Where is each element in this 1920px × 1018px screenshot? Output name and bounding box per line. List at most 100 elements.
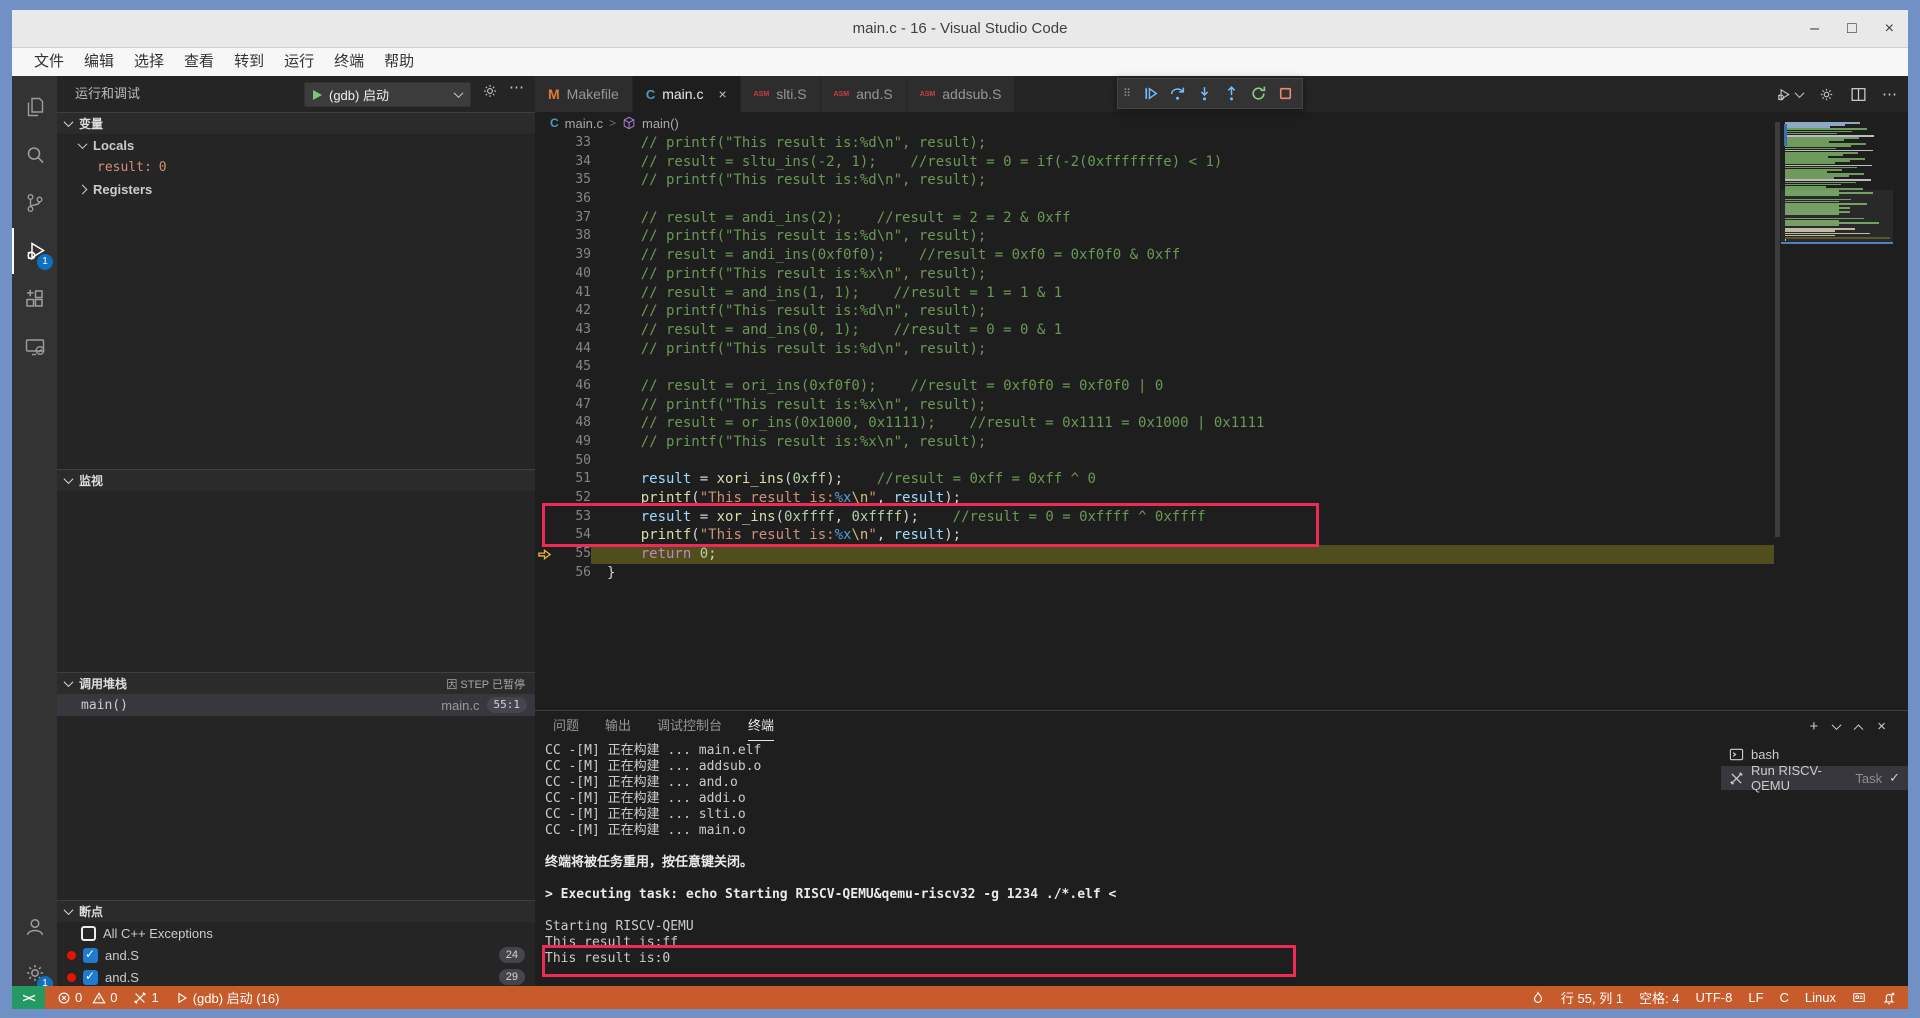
sidebar-title: 运行和调试 — [75, 76, 140, 112]
tab-addsub.S[interactable]: ASMaddsub.S — [907, 76, 1016, 112]
close-icon[interactable]: × — [1885, 20, 1894, 38]
terminal-line: Starting RISCV-QEMU — [545, 919, 1116, 935]
breadcrumb-symbol[interactable]: main() — [642, 116, 679, 131]
indentation[interactable]: 空格: 4 — [1639, 988, 1679, 1007]
symbol-method-icon — [622, 116, 636, 130]
line-number: 34 — [535, 153, 591, 172]
bottom-panel: 问题输出调试控制台终端 + × CC -[M] 正在构建 ... main.el… — [535, 710, 1908, 986]
panel-tab-问题[interactable]: 问题 — [553, 711, 579, 741]
minimap-ruler-line — [1781, 242, 1893, 244]
breadcrumb-file[interactable]: main.c — [565, 116, 603, 131]
search-icon[interactable] — [12, 132, 57, 178]
remote-indicator[interactable]: >< — [12, 986, 45, 1009]
split-editor-icon[interactable] — [1850, 86, 1867, 103]
line-text: // printf("This result is:%d\n", result)… — [607, 227, 986, 246]
terminal-dropdown-icon[interactable] — [1832, 720, 1842, 730]
error-icon — [57, 991, 71, 1005]
more-actions-icon[interactable]: ⋯ — [1882, 85, 1898, 103]
section-breakpoints[interactable]: 断点 — [57, 900, 535, 922]
tab-main.c[interactable]: Cmain.c× — [633, 76, 741, 112]
account-icon[interactable] — [12, 904, 57, 950]
encoding[interactable]: UTF-8 — [1696, 990, 1733, 1005]
stop-button[interactable] — [1273, 82, 1297, 106]
start-debug-icon[interactable] — [313, 90, 322, 100]
launch-config-dropdown[interactable]: (gdb) 启动 — [304, 82, 471, 107]
menu-item-查看[interactable]: 查看 — [174, 48, 224, 76]
panel-actions: + × — [1809, 711, 1886, 741]
terminal-line: CC -[M] 正在构建 ... and.o — [545, 775, 1116, 791]
step-out-button[interactable] — [1219, 82, 1243, 106]
section-watch[interactable]: 监视 — [57, 469, 535, 491]
feedback-icon[interactable] — [1852, 991, 1866, 1005]
problems-status[interactable]: 0 0 — [57, 990, 117, 1005]
debug-settings-gear-icon[interactable] — [481, 82, 499, 100]
continue-button[interactable] — [1138, 82, 1162, 106]
running-tasks-status[interactable]: 1 — [133, 990, 158, 1005]
code-line-55: 55 return 0; — [535, 545, 1908, 564]
maximize-icon[interactable]: □ — [1847, 20, 1857, 38]
section-variables[interactable]: 变量 — [57, 112, 535, 134]
line-number: 43 — [535, 321, 591, 340]
locals-node[interactable]: Locals — [57, 134, 535, 156]
step-over-button[interactable] — [1165, 82, 1189, 106]
menu-item-编辑[interactable]: 编辑 — [74, 48, 124, 76]
variable-row[interactable]: result: 0 — [57, 156, 535, 178]
stack-frame-row[interactable]: main() main.c 55:1 — [57, 694, 535, 716]
menu-item-终端[interactable]: 终端 — [324, 48, 374, 76]
eol[interactable]: LF — [1748, 990, 1763, 1005]
breakpoint-checkbox[interactable] — [81, 926, 96, 941]
remote-explorer-icon[interactable] — [12, 324, 57, 370]
breakpoint-checkbox[interactable] — [83, 948, 98, 963]
panel-tab-调试控制台[interactable]: 调试控制台 — [657, 711, 722, 741]
gear-icon[interactable] — [1818, 86, 1835, 103]
explorer-icon[interactable] — [12, 84, 57, 130]
terminal-item-type: Task — [1855, 771, 1882, 786]
terminal-list-item-Run RISCV-QEMU[interactable]: Run RISCV-QEMUTask✓ — [1721, 766, 1908, 790]
breakpoint-row[interactable]: All C++ Exceptions — [57, 922, 535, 944]
line-number: 36 — [535, 190, 591, 209]
drag-grip-icon[interactable]: ⠿ — [1123, 89, 1133, 99]
panel-tab-输出[interactable]: 输出 — [605, 711, 631, 741]
cursor-position[interactable]: 行 55, 列 1 — [1561, 988, 1623, 1007]
menu-item-文件[interactable]: 文件 — [24, 48, 74, 76]
extensions-icon[interactable] — [12, 276, 57, 322]
menu-item-运行[interactable]: 运行 — [274, 48, 324, 76]
ports-flame-icon[interactable] — [1531, 991, 1545, 1005]
run-or-debug-icon[interactable] — [1776, 86, 1803, 103]
tab-and.S[interactable]: ASMand.S — [821, 76, 907, 112]
breakpoint-row[interactable]: and.S24 — [57, 944, 535, 966]
minimap-marker — [1784, 124, 1787, 146]
terminal-line: 终端将被任务重用，按任意键关闭。 — [545, 855, 1116, 871]
menu-item-选择[interactable]: 选择 — [124, 48, 174, 76]
os-indicator[interactable]: Linux — [1805, 990, 1836, 1005]
code-line-56: 56} — [535, 564, 1908, 583]
line-text: // printf("This result is:%d\n", result)… — [607, 171, 986, 190]
source-control-icon[interactable] — [12, 180, 57, 226]
language-mode[interactable]: C — [1780, 990, 1789, 1005]
code-line-43: 43 // result = and_ins(0, 1); //result =… — [535, 321, 1908, 340]
notifications-bell-icon[interactable] — [1882, 991, 1896, 1005]
close-icon[interactable]: × — [718, 86, 726, 102]
breakpoint-row[interactable]: and.S29 — [57, 966, 535, 988]
code-area[interactable]: 33 // printf("This result is:%d\n", resu… — [535, 134, 1908, 710]
more-actions-icon[interactable]: ⋯ — [509, 78, 525, 96]
registers-node[interactable]: Registers — [57, 178, 535, 200]
debug-session-status[interactable]: (gdb) 启动 (16) — [175, 988, 280, 1007]
run-and-debug-icon[interactable]: 1 — [12, 228, 57, 274]
editor-scrollbar[interactable] — [1775, 122, 1780, 537]
new-terminal-icon[interactable]: + — [1809, 718, 1818, 735]
menu-item-帮助[interactable]: 帮助 — [374, 48, 424, 76]
section-call-stack[interactable]: 调用堆栈 因 STEP 已暂停 — [57, 672, 535, 694]
close-panel-icon[interactable]: × — [1877, 718, 1886, 735]
restart-button[interactable] — [1246, 82, 1270, 106]
step-into-button[interactable] — [1192, 82, 1216, 106]
terminal-output[interactable]: CC -[M] 正在构建 ... main.elfCC -[M] 正在构建 ..… — [545, 743, 1116, 967]
minimize-icon[interactable]: – — [1810, 20, 1819, 38]
menu-item-转到[interactable]: 转到 — [224, 48, 274, 76]
maximize-panel-icon[interactable] — [1854, 724, 1864, 734]
tab-slti.S[interactable]: ASMslti.S — [741, 76, 821, 112]
breakpoint-checkbox[interactable] — [83, 970, 98, 985]
panel-tab-终端[interactable]: 终端 — [748, 711, 774, 741]
code-line-40: 40 // printf("This result is:%x\n", resu… — [535, 265, 1908, 284]
tab-Makefile[interactable]: MMakefile — [535, 76, 633, 112]
